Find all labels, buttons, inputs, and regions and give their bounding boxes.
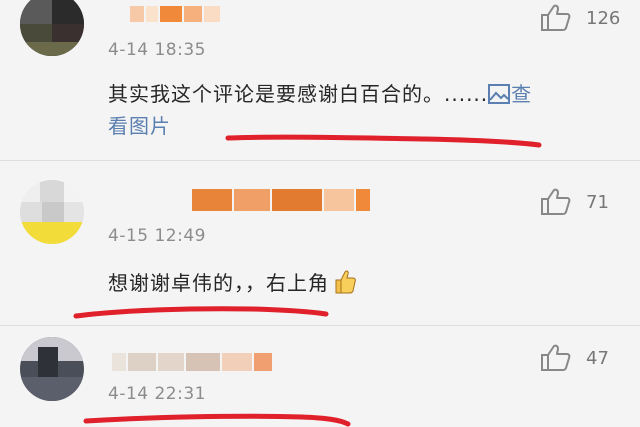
like-button[interactable]: 71 <box>540 188 632 218</box>
like-button[interactable]: 47 <box>540 344 632 374</box>
comment-item: 4-14 18:35 126 其实我这个评论是要感谢白百合的。...... 查 看… <box>0 0 640 160</box>
username[interactable] <box>130 6 222 22</box>
username[interactable] <box>112 353 274 371</box>
thumb-up-icon <box>541 344 571 371</box>
comment-text-line: 其实我这个评论是要感谢白百合的。...... <box>108 82 489 106</box>
like-count: 71 <box>586 192 609 213</box>
username[interactable] <box>192 189 372 211</box>
comment-time: 4-14 22:31 <box>108 384 206 404</box>
thumbs-up-emoji <box>335 270 356 294</box>
red-underline <box>225 134 542 148</box>
red-underline <box>73 306 329 319</box>
image-icon <box>488 84 511 104</box>
comment-time: 4-15 12:49 <box>108 226 206 246</box>
comment-text: 其实我这个评论是要感谢白百合的。...... 查 <box>108 78 618 110</box>
comment-text: 想谢谢卓伟的，，右上角 <box>108 267 357 299</box>
view-image-label-part1: 查 <box>511 82 533 106</box>
avatar[interactable] <box>20 0 84 56</box>
avatar[interactable] <box>20 337 84 401</box>
thumb-up-icon <box>541 4 571 31</box>
comment-item: 4-14 22:31 47 <box>0 325 640 427</box>
thumb-up-icon <box>541 188 571 215</box>
like-count: 126 <box>586 8 621 29</box>
view-image-link[interactable]: 查 <box>488 82 532 106</box>
view-image-link-cont[interactable]: 看图片 <box>108 110 171 142</box>
avatar[interactable] <box>20 180 84 244</box>
comment-time: 4-14 18:35 <box>108 40 206 60</box>
like-button[interactable]: 126 <box>540 4 632 34</box>
comment-item: 4-15 12:49 71 想谢谢卓伟的，，右上角 <box>0 160 640 325</box>
comment-text-line: 想谢谢卓伟的，，右上角 <box>108 271 329 295</box>
red-underline <box>83 413 351 427</box>
like-count: 47 <box>586 348 609 369</box>
